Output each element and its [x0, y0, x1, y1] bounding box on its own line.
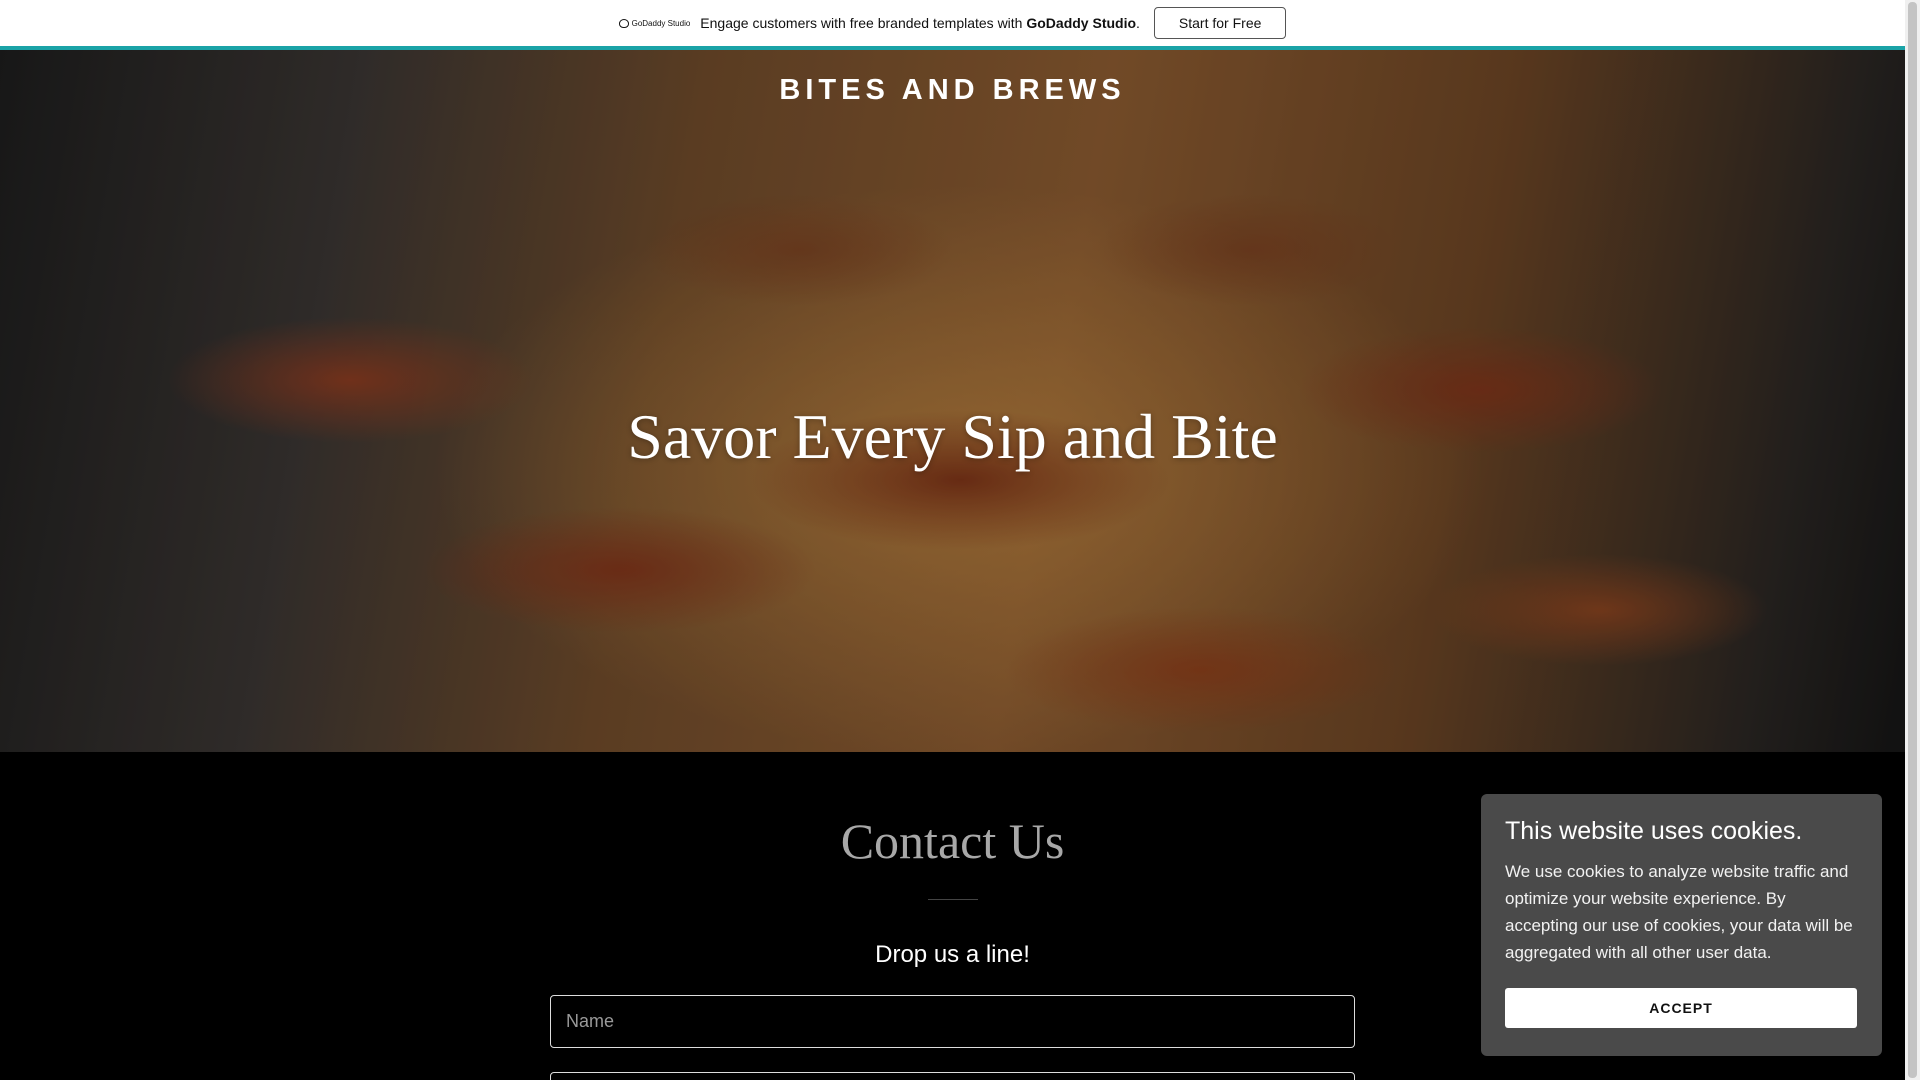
hero-headline: Savor Every Sip and Bite	[627, 401, 1278, 472]
promo-message-prefix: Engage customers with free branded templ…	[700, 15, 1027, 31]
name-input[interactable]	[550, 995, 1355, 1048]
promo-message-suffix: .	[1136, 15, 1140, 31]
email-input[interactable]	[550, 1072, 1355, 1080]
godaddy-logo-icon	[618, 18, 629, 28]
cookie-title: This website uses cookies.	[1505, 817, 1803, 845]
section-divider	[928, 899, 978, 900]
promo-message-brand: GoDaddy Studio	[1026, 15, 1137, 31]
start-for-free-button[interactable]: Start for Free	[1153, 7, 1287, 39]
scrollbar-thumb[interactable]	[1908, 2, 1917, 1078]
promo-bar: GoDaddy Studio Engage customers with fre…	[0, 0, 1905, 46]
godaddy-studio-logo: GoDaddy Studio	[618, 18, 691, 28]
godaddy-logo-text: GoDaddy Studio	[631, 18, 691, 28]
cookie-banner: This website uses cookies. We use cookie…	[1481, 794, 1882, 1056]
promo-message: Engage customers with free branded templ…	[700, 15, 1140, 31]
hero-banner: BITES AND BREWS Savor Every Sip and Bite	[0, 50, 1905, 752]
site-brand-title[interactable]: BITES AND BREWS	[0, 74, 1905, 107]
cookie-body: We use cookies to analyze website traffi…	[1505, 862, 1853, 962]
page-scrollbar[interactable]	[1905, 0, 1920, 1080]
accept-cookies-button[interactable]: ACCEPT	[1505, 988, 1857, 1028]
